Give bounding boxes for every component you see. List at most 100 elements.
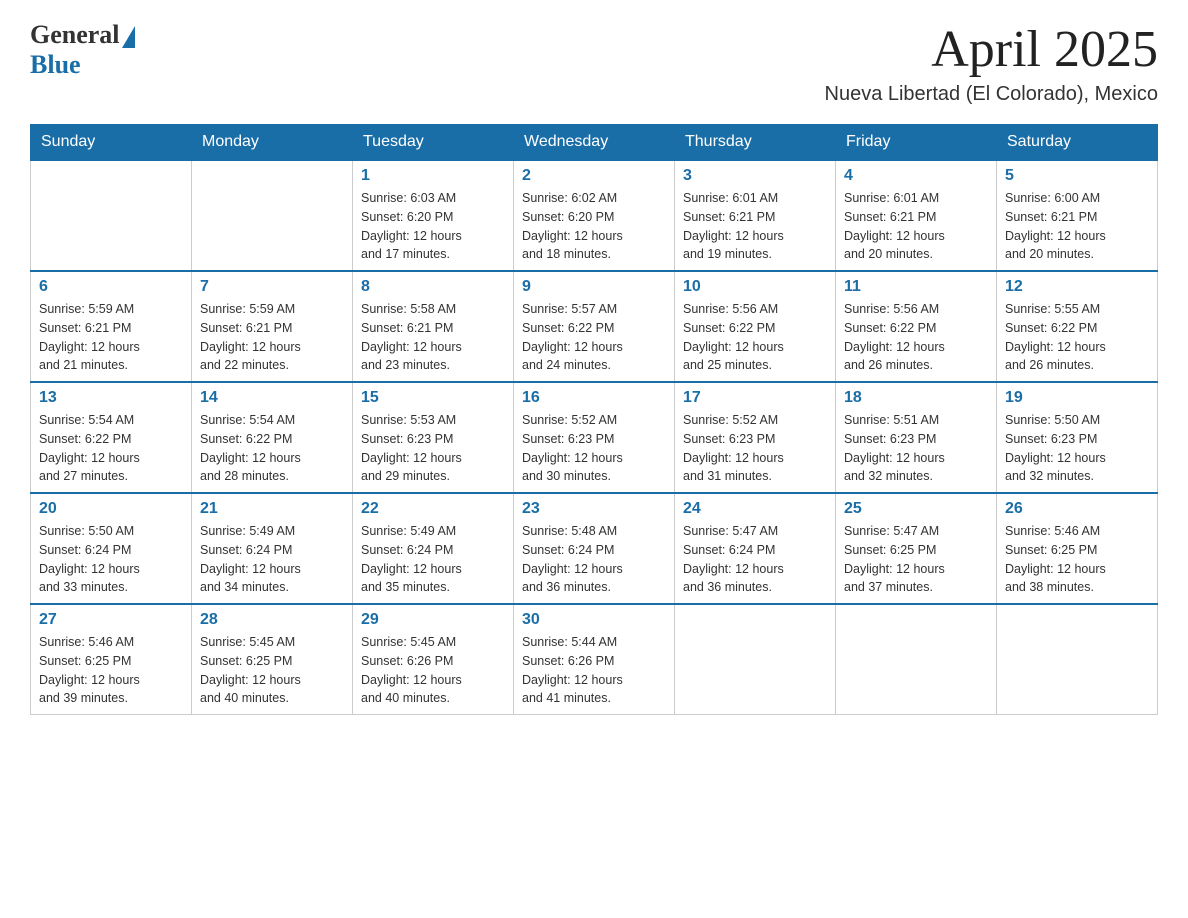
day-info: Sunrise: 6:00 AM Sunset: 6:21 PM Dayligh… xyxy=(1005,189,1149,264)
week-row-1: 1Sunrise: 6:03 AM Sunset: 6:20 PM Daylig… xyxy=(31,160,1158,271)
day-number: 14 xyxy=(200,389,344,407)
calendar-cell xyxy=(675,604,836,715)
day-info: Sunrise: 5:52 AM Sunset: 6:23 PM Dayligh… xyxy=(683,411,827,486)
calendar-cell: 24 Sunrise: 5:47 AM Sunset: 6:24 PM Dayli… xyxy=(675,493,836,604)
day-number: 29 xyxy=(361,611,505,629)
day-info: Sunrise: 5:50 AM Sunset: 6:24 PM Dayligh… xyxy=(39,522,183,597)
day-info: Sunrise: 5:45 AM Sunset: 6:26 PM Dayligh… xyxy=(361,633,505,708)
day-info: Sunrise: 5:56 AM Sunset: 6:22 PM Dayligh… xyxy=(844,300,988,375)
day-info: Sunrise: 5:49 AM Sunset: 6:24 PM Dayligh… xyxy=(361,522,505,597)
logo: General Blue xyxy=(30,20,135,80)
day-number: 2 xyxy=(522,167,666,185)
day-number: 18 xyxy=(844,389,988,407)
day-number: 16 xyxy=(522,389,666,407)
day-number: 24 xyxy=(683,500,827,518)
day-number: 6 xyxy=(39,278,183,296)
day-info: Sunrise: 5:45 AM Sunset: 6:25 PM Dayligh… xyxy=(200,633,344,708)
day-number: 10 xyxy=(683,278,827,296)
day-info: Sunrise: 5:52 AM Sunset: 6:23 PM Dayligh… xyxy=(522,411,666,486)
day-number: 8 xyxy=(361,278,505,296)
calendar-cell: 16 Sunrise: 5:52 AM Sunset: 6:23 PM Dayli… xyxy=(514,382,675,493)
day-number: 13 xyxy=(39,389,183,407)
calendar-cell: 13 Sunrise: 5:54 AM Sunset: 6:22 PM Dayli… xyxy=(31,382,192,493)
calendar-cell: 6 Sunrise: 5:59 AM Sunset: 6:21 PM Daylig… xyxy=(31,271,192,382)
day-info: Sunrise: 5:47 AM Sunset: 6:24 PM Dayligh… xyxy=(683,522,827,597)
day-info: Sunrise: 5:47 AM Sunset: 6:25 PM Dayligh… xyxy=(844,522,988,597)
calendar-cell: 9 Sunrise: 5:57 AM Sunset: 6:22 PM Daylig… xyxy=(514,271,675,382)
calendar-cell xyxy=(997,604,1158,715)
calendar-cell: 27 Sunrise: 5:46 AM Sunset: 6:25 PM Dayli… xyxy=(31,604,192,715)
calendar-cell: 12 Sunrise: 5:55 AM Sunset: 6:22 PM Dayli… xyxy=(997,271,1158,382)
weekday-header-monday: Monday xyxy=(192,125,353,161)
calendar-cell: 17 Sunrise: 5:52 AM Sunset: 6:23 PM Dayli… xyxy=(675,382,836,493)
calendar-cell: 29 Sunrise: 5:45 AM Sunset: 6:26 PM Dayli… xyxy=(353,604,514,715)
day-info: Sunrise: 5:55 AM Sunset: 6:22 PM Dayligh… xyxy=(1005,300,1149,375)
calendar-cell: 28Sunrise: 5:45 AM Sunset: 6:25 PM Dayli… xyxy=(192,604,353,715)
calendar-cell: 26Sunrise: 5:46 AM Sunset: 6:25 PM Dayli… xyxy=(997,493,1158,604)
weekday-header-sunday: Sunday xyxy=(31,125,192,161)
calendar-cell xyxy=(31,160,192,271)
week-row-5: 27 Sunrise: 5:46 AM Sunset: 6:25 PM Dayli… xyxy=(31,604,1158,715)
day-info: Sunrise: 6:02 AM Sunset: 6:20 PM Dayligh… xyxy=(522,189,666,264)
calendar-cell: 25 Sunrise: 5:47 AM Sunset: 6:25 PM Dayli… xyxy=(836,493,997,604)
calendar-cell: 4Sunrise: 6:01 AM Sunset: 6:21 PM Daylig… xyxy=(836,160,997,271)
calendar-cell: 10Sunrise: 5:56 AM Sunset: 6:22 PM Dayli… xyxy=(675,271,836,382)
calendar-cell: 11Sunrise: 5:56 AM Sunset: 6:22 PM Dayli… xyxy=(836,271,997,382)
day-info: Sunrise: 5:50 AM Sunset: 6:23 PM Dayligh… xyxy=(1005,411,1149,486)
calendar-cell: 30 Sunrise: 5:44 AM Sunset: 6:26 PM Dayli… xyxy=(514,604,675,715)
weekday-header-saturday: Saturday xyxy=(997,125,1158,161)
calendar-cell: 22 Sunrise: 5:49 AM Sunset: 6:24 PM Dayli… xyxy=(353,493,514,604)
logo-blue-text: Blue xyxy=(30,50,81,80)
calendar-cell: 7 Sunrise: 5:59 AM Sunset: 6:21 PM Daylig… xyxy=(192,271,353,382)
location-subtitle: Nueva Libertad (El Colorado), Mexico xyxy=(825,83,1159,106)
day-number: 19 xyxy=(1005,389,1149,407)
logo-triangle-icon xyxy=(122,26,135,48)
day-info: Sunrise: 5:53 AM Sunset: 6:23 PM Dayligh… xyxy=(361,411,505,486)
calendar-cell: 5 Sunrise: 6:00 AM Sunset: 6:21 PM Daylig… xyxy=(997,160,1158,271)
day-info: Sunrise: 5:59 AM Sunset: 6:21 PM Dayligh… xyxy=(200,300,344,375)
day-number: 12 xyxy=(1005,278,1149,296)
calendar-table: SundayMondayTuesdayWednesdayThursdayFrid… xyxy=(30,124,1158,715)
calendar-cell xyxy=(836,604,997,715)
day-number: 9 xyxy=(522,278,666,296)
calendar-cell: 2 Sunrise: 6:02 AM Sunset: 6:20 PM Daylig… xyxy=(514,160,675,271)
weekday-header-friday: Friday xyxy=(836,125,997,161)
day-number: 25 xyxy=(844,500,988,518)
week-row-2: 6 Sunrise: 5:59 AM Sunset: 6:21 PM Daylig… xyxy=(31,271,1158,382)
day-number: 21 xyxy=(200,500,344,518)
weekday-header-tuesday: Tuesday xyxy=(353,125,514,161)
day-number: 22 xyxy=(361,500,505,518)
day-number: 17 xyxy=(683,389,827,407)
day-info: Sunrise: 5:48 AM Sunset: 6:24 PM Dayligh… xyxy=(522,522,666,597)
calendar-cell: 18 Sunrise: 5:51 AM Sunset: 6:23 PM Dayli… xyxy=(836,382,997,493)
day-number: 20 xyxy=(39,500,183,518)
day-info: Sunrise: 5:57 AM Sunset: 6:22 PM Dayligh… xyxy=(522,300,666,375)
day-number: 5 xyxy=(1005,167,1149,185)
day-info: Sunrise: 5:44 AM Sunset: 6:26 PM Dayligh… xyxy=(522,633,666,708)
calendar-cell: 8Sunrise: 5:58 AM Sunset: 6:21 PM Daylig… xyxy=(353,271,514,382)
day-number: 7 xyxy=(200,278,344,296)
week-row-3: 13 Sunrise: 5:54 AM Sunset: 6:22 PM Dayli… xyxy=(31,382,1158,493)
day-info: Sunrise: 5:51 AM Sunset: 6:23 PM Dayligh… xyxy=(844,411,988,486)
title-block: April 2025 Nueva Libertad (El Colorado),… xyxy=(825,20,1159,106)
day-number: 1 xyxy=(361,167,505,185)
day-number: 30 xyxy=(522,611,666,629)
calendar-cell: 21Sunrise: 5:49 AM Sunset: 6:24 PM Dayli… xyxy=(192,493,353,604)
calendar-cell: 14Sunrise: 5:54 AM Sunset: 6:22 PM Dayli… xyxy=(192,382,353,493)
calendar-cell: 23Sunrise: 5:48 AM Sunset: 6:24 PM Dayli… xyxy=(514,493,675,604)
day-number: 27 xyxy=(39,611,183,629)
day-info: Sunrise: 6:01 AM Sunset: 6:21 PM Dayligh… xyxy=(844,189,988,264)
calendar-cell: 3 Sunrise: 6:01 AM Sunset: 6:21 PM Daylig… xyxy=(675,160,836,271)
day-info: Sunrise: 5:46 AM Sunset: 6:25 PM Dayligh… xyxy=(39,633,183,708)
weekday-header-wednesday: Wednesday xyxy=(514,125,675,161)
month-year-title: April 2025 xyxy=(825,20,1159,79)
logo-general-text: General xyxy=(30,20,120,50)
day-info: Sunrise: 5:54 AM Sunset: 6:22 PM Dayligh… xyxy=(39,411,183,486)
day-number: 15 xyxy=(361,389,505,407)
day-number: 3 xyxy=(683,167,827,185)
day-info: Sunrise: 5:59 AM Sunset: 6:21 PM Dayligh… xyxy=(39,300,183,375)
weekday-header-thursday: Thursday xyxy=(675,125,836,161)
day-info: Sunrise: 5:46 AM Sunset: 6:25 PM Dayligh… xyxy=(1005,522,1149,597)
day-info: Sunrise: 6:01 AM Sunset: 6:21 PM Dayligh… xyxy=(683,189,827,264)
weekday-header-row: SundayMondayTuesdayWednesdayThursdayFrid… xyxy=(31,125,1158,161)
